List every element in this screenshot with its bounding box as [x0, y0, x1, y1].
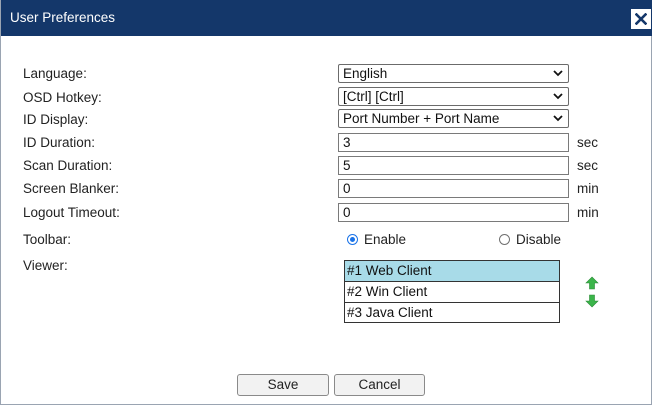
chevron-down-icon	[553, 115, 563, 122]
arrow-down-icon[interactable]	[585, 294, 599, 308]
title-bar: User Preferences	[1, 0, 652, 36]
screen-blanker-label: Screen Blanker:	[23, 181, 120, 196]
language-label: Language:	[23, 66, 87, 81]
osd-hotkey-label: OSD Hotkey:	[23, 90, 102, 105]
language-select[interactable]: English	[338, 64, 569, 83]
screen-blanker-unit: min	[577, 181, 599, 196]
close-button[interactable]	[631, 9, 651, 29]
logout-timeout-unit: min	[577, 205, 599, 220]
id-duration-input[interactable]: 3	[338, 133, 569, 152]
scan-duration-label: Scan Duration:	[23, 158, 113, 173]
close-icon	[635, 13, 647, 25]
logout-timeout-input[interactable]: 0	[338, 203, 569, 222]
viewer-label: Viewer:	[23, 258, 68, 273]
viewer-item-java-client[interactable]: #3 Java Client	[345, 303, 559, 324]
toolbar-enable-label: Enable	[364, 232, 407, 247]
cancel-button[interactable]: Cancel	[334, 374, 425, 396]
radio-selected-icon	[347, 234, 358, 245]
language-value: English	[343, 66, 388, 81]
scan-duration-input[interactable]: 5	[338, 156, 569, 175]
user-preferences-dialog: User Preferences Language: English OSD H…	[0, 0, 652, 405]
arrow-up-icon[interactable]	[585, 276, 599, 290]
viewer-list[interactable]: #1 Web Client #2 Win Client #3 Java Clie…	[344, 260, 560, 323]
id-display-label: ID Display:	[23, 112, 89, 127]
id-display-value: Port Number + Port Name	[343, 111, 500, 126]
screen-blanker-input[interactable]: 0	[338, 179, 569, 198]
radio-unselected-icon	[499, 234, 510, 245]
osd-hotkey-value: [Ctrl] [Ctrl]	[343, 89, 404, 104]
toolbar-disable-radio[interactable]: Disable	[499, 232, 561, 247]
viewer-item-win-client[interactable]: #2 Win Client	[345, 282, 559, 303]
dialog-title: User Preferences	[10, 10, 116, 25]
toolbar-label: Toolbar:	[23, 232, 72, 247]
chevron-down-icon	[553, 70, 563, 77]
id-display-select[interactable]: Port Number + Port Name	[338, 109, 569, 128]
osd-hotkey-select[interactable]: [Ctrl] [Ctrl]	[338, 87, 569, 106]
viewer-item-web-client[interactable]: #1 Web Client	[345, 261, 559, 282]
id-duration-unit: sec	[577, 135, 599, 150]
id-duration-label: ID Duration:	[23, 135, 96, 150]
toolbar-enable-radio[interactable]: Enable	[347, 232, 406, 247]
save-button[interactable]: Save	[237, 374, 329, 396]
chevron-down-icon	[553, 93, 563, 100]
scan-duration-unit: sec	[577, 158, 599, 173]
logout-timeout-label: Logout Timeout:	[23, 205, 120, 220]
toolbar-disable-label: Disable	[516, 232, 562, 247]
